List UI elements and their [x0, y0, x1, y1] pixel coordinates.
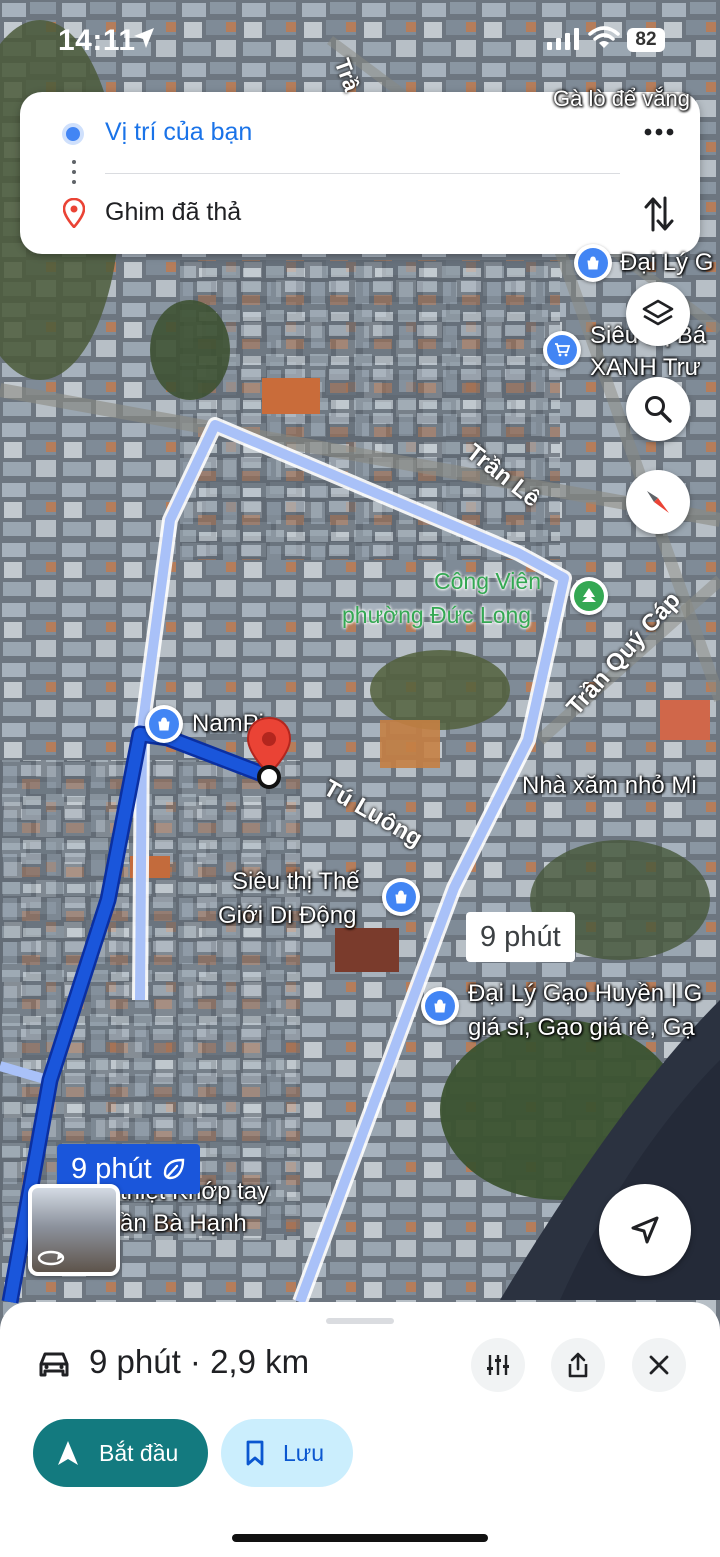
status-bar: 14:11 82 — [0, 0, 720, 80]
location-services-icon — [134, 28, 154, 48]
current-location-dot-icon — [62, 123, 84, 145]
route-bottom-sheet: 9 phút · 2,9 km Bắt đầu Lưu — [0, 1302, 720, 1557]
divider — [105, 173, 620, 174]
place-label[interactable]: Đại Lý G — [620, 249, 713, 277]
start-label: Bắt đầu — [99, 1439, 179, 1466]
route-summary: 9 phút · 2,9 km — [89, 1343, 310, 1380]
compass-button[interactable] — [626, 470, 690, 534]
home-indicator[interactable] — [232, 1534, 488, 1542]
shopping-poi-icon[interactable] — [574, 244, 612, 282]
directions-card: Vị trí của bạn Ghim đã thả — [20, 92, 700, 254]
place-label[interactable]: giá sỉ, Gạo giá rẻ, Gạ — [468, 1014, 695, 1042]
destination-label: Ghim đã thả — [105, 198, 242, 226]
route-options-button[interactable] — [471, 1338, 525, 1392]
more-options-icon[interactable] — [644, 122, 674, 142]
destination-pin-icon[interactable] — [245, 716, 293, 794]
save-route-button[interactable]: Lưu — [221, 1419, 353, 1487]
navigation-arrow-icon — [631, 1216, 659, 1244]
destination-row[interactable]: Ghim đã thả — [20, 184, 700, 244]
sheet-drag-handle[interactable] — [326, 1318, 394, 1324]
navigation-arrow-icon — [58, 1441, 78, 1465]
share-button[interactable] — [551, 1338, 605, 1392]
place-label[interactable]: Công Viên — [434, 568, 541, 595]
search-button[interactable] — [626, 377, 690, 441]
search-icon — [645, 396, 672, 423]
supermarket-poi-icon[interactable] — [543, 331, 581, 369]
close-button[interactable] — [632, 1338, 686, 1392]
tune-icon — [487, 1355, 509, 1375]
place-label[interactable]: Siêu thị Thế — [232, 868, 360, 896]
recenter-button[interactable] — [599, 1184, 691, 1276]
close-icon — [649, 1355, 669, 1375]
place-label[interactable]: ần Bà Hạnh — [120, 1210, 247, 1238]
status-time: 14:11 — [58, 24, 136, 57]
layers-icon — [642, 299, 674, 326]
start-navigation-button[interactable]: Bắt đầu — [33, 1419, 208, 1487]
shopping-poi-icon[interactable] — [421, 987, 459, 1025]
swap-directions-icon[interactable] — [644, 194, 674, 234]
layers-button[interactable] — [626, 282, 690, 346]
alternate-route-duration[interactable]: 9 phút — [466, 912, 575, 962]
place-label[interactable]: Gà lò để vắng — [553, 86, 690, 112]
place-label[interactable]: Đại Lý Gạo Huyền | G — [468, 980, 702, 1008]
alternate-route-time: 9 phút — [480, 920, 561, 953]
street-view-rotate-icon — [37, 1250, 65, 1266]
place-label[interactable]: Giới Di Động — [218, 902, 356, 930]
shopping-poi-icon[interactable] — [145, 705, 183, 743]
wifi-icon — [588, 26, 620, 48]
place-label[interactable]: XANH Trư — [590, 354, 701, 382]
place-label[interactable]: Nhà xăm nhỏ Mi — [522, 772, 697, 800]
eco-leaf-icon — [163, 1158, 184, 1180]
dropped-pin-icon — [63, 198, 85, 228]
main-route-time: 9 phút — [71, 1152, 152, 1185]
save-label: Lưu — [283, 1439, 324, 1466]
bookmark-icon — [246, 1440, 264, 1466]
cellular-signal-icon — [547, 28, 579, 50]
share-icon — [568, 1352, 588, 1378]
origin-row[interactable]: Vị trí của bạn — [20, 104, 700, 164]
park-poi-icon[interactable] — [570, 577, 608, 615]
compass-icon — [647, 491, 669, 513]
car-icon — [39, 1352, 69, 1377]
place-label[interactable]: phường Đức Long — [342, 602, 531, 629]
origin-label: Vị trí của bạn — [105, 118, 253, 146]
street-view-thumbnail[interactable] — [28, 1184, 120, 1276]
battery-level: 82 — [627, 28, 665, 52]
shopping-poi-icon[interactable] — [382, 878, 420, 916]
